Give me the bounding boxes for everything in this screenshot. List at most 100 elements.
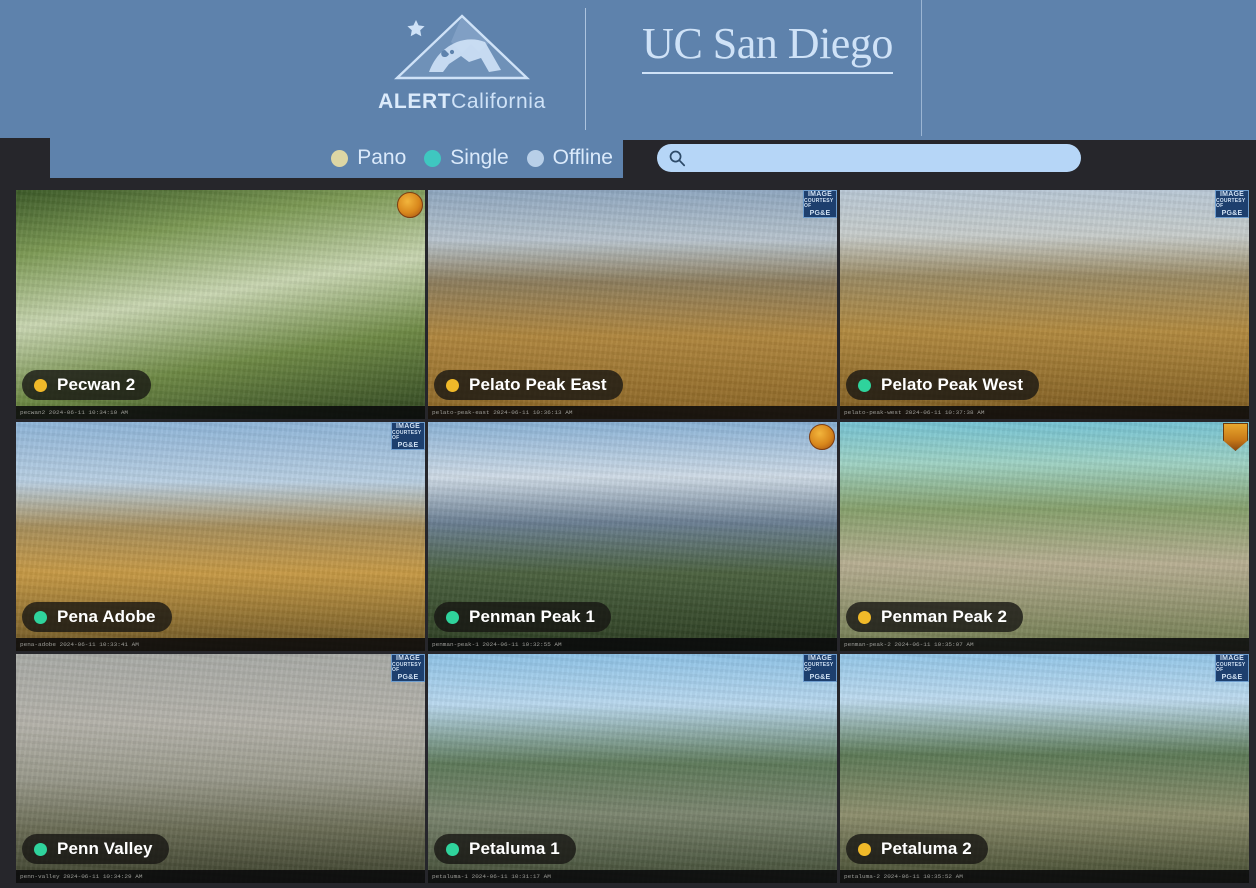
pge-badge-line2: COURTESY OF (392, 430, 422, 441)
calfire-circle-logo-icon (397, 192, 423, 218)
camera-name: Penn Valley (57, 839, 153, 858)
pge-badge-line3: PG&E (809, 674, 831, 681)
legend-item-single[interactable]: Single (424, 146, 509, 170)
camera-timestamp-strip: petaluma-2 2024-06-11 10:35:52 AM (840, 870, 1249, 883)
camera-timestamp-text: penn-valley 2024-06-11 10:34:29 AM (20, 873, 143, 880)
camera-status-dot (858, 610, 871, 624)
pano-status-dot (331, 149, 349, 167)
offline-status-dot (526, 149, 544, 167)
pge-badge-line1: IMAGE (808, 655, 832, 662)
pge-badge-line3: PG&E (397, 442, 419, 449)
camera-label-pill[interactable]: Pelato Peak West (846, 370, 1040, 400)
camera-name: Pelato Peak East (469, 375, 607, 394)
camera-label-pill[interactable]: Penman Peak 2 (846, 602, 1024, 632)
alertcalifornia-brand[interactable]: ALERTCalifornia (346, 0, 578, 136)
camera-name: Petaluma 1 (469, 839, 560, 858)
pge-badge-line2: COURTESY OF (1216, 662, 1246, 673)
camera-timestamp-strip: pelato-peak-west 2024-06-11 10:37:38 AM (840, 406, 1249, 419)
camera-status-dot (858, 842, 871, 856)
pge-badge-line2: COURTESY OF (804, 198, 834, 209)
camera-status-dot (446, 610, 459, 624)
camera-tile[interactable]: Pecwan 2 pecwan2 2024-06-11 10:34:10 AM (16, 190, 425, 419)
ucsd-brand[interactable]: UC San Diego (614, 0, 922, 136)
legend-item-offline[interactable]: Offline (526, 146, 613, 170)
camera-grid-page: ALERTCalifornia UC San Diego Pano Single… (0, 0, 1256, 888)
camera-label-pill[interactable]: Petaluma 2 (846, 834, 988, 864)
camera-status-dot (446, 842, 459, 856)
pge-badge-line1: IMAGE (1220, 655, 1244, 662)
camera-timestamp-text: petaluma-2 2024-06-11 10:35:52 AM (844, 873, 963, 880)
mountain-bear-star-logo (394, 14, 530, 80)
pge-badge-line2: COURTESY OF (392, 662, 422, 673)
camera-timestamp-text: pecwan2 2024-06-11 10:34:10 AM (20, 409, 129, 416)
camera-name: Pelato Peak West (881, 375, 1024, 394)
camera-timestamp-strip: penman-peak-2 2024-06-11 10:35:07 AM (840, 638, 1249, 651)
pge-badge-line1: IMAGE (1220, 191, 1244, 198)
camera-tile[interactable]: Penman Peak 2 penman-peak-2 2024-06-11 10… (840, 422, 1249, 651)
camera-label-pill[interactable]: Petaluma 1 (434, 834, 576, 864)
camera-timestamp-strip: petaluma-1 2024-06-11 10:31:17 AM (428, 870, 837, 883)
pge-badge-line3: PG&E (1221, 674, 1243, 681)
camera-name: Petaluma 2 (881, 839, 972, 858)
camera-status-dot (34, 610, 47, 624)
camera-tile[interactable]: IMAGE COURTESY OF PG&E Pena Adobe pena-adobe… (16, 422, 425, 651)
camera-tile[interactable]: IMAGE COURTESY OF PG&E Pelato Peak West pela… (840, 190, 1249, 419)
pge-image-credit-badge: IMAGE COURTESY OF PG&E (803, 654, 837, 682)
pge-badge-line2: COURTESY OF (1216, 198, 1246, 209)
camera-timestamp-strip: penn-valley 2024-06-11 10:34:29 AM (16, 870, 425, 883)
camera-name: Pecwan 2 (57, 375, 136, 394)
pge-image-credit-badge: IMAGE COURTESY OF PG&E (391, 422, 425, 450)
camera-timestamp-strip: pena-adobe 2024-06-11 10:33:41 AM (16, 638, 425, 651)
brand-wordmark: ALERTCalifornia (378, 90, 546, 114)
camera-label-pill[interactable]: Pena Adobe (22, 602, 172, 632)
camera-label-pill[interactable]: Pelato Peak East (434, 370, 623, 400)
page-header: ALERTCalifornia UC San Diego (0, 0, 1256, 140)
ucsd-wordmark: UC San Diego (642, 22, 893, 74)
pge-badge-line3: PG&E (809, 210, 831, 217)
camera-name: Penman Peak 2 (881, 607, 1008, 626)
camera-label-pill[interactable]: Penn Valley (22, 834, 169, 864)
pge-image-credit-badge: IMAGE COURTESY OF PG&E (803, 190, 837, 218)
camera-tile[interactable]: IMAGE COURTESY OF PG&E Petaluma 1 petaluma-1… (428, 654, 837, 883)
brand-divider (585, 8, 586, 130)
legend-label-single: Single (450, 146, 509, 169)
pge-image-credit-badge: IMAGE COURTESY OF PG&E (391, 654, 425, 682)
camera-label-pill[interactable]: Penman Peak 1 (434, 602, 612, 632)
pge-badge-line2: COURTESY OF (804, 662, 834, 673)
legend-label-offline: Offline (552, 146, 613, 169)
pge-badge-line3: PG&E (1221, 210, 1243, 217)
camera-tile[interactable]: IMAGE COURTESY OF PG&E Pelato Peak East pela… (428, 190, 837, 419)
brand-name-light: California (451, 90, 546, 113)
camera-timestamp-text: penman-peak-1 2024-06-11 10:32:55 AM (432, 641, 562, 648)
legend-label-pano: Pano (357, 146, 407, 169)
brand-name-bold: ALERT (378, 90, 452, 113)
pge-badge-line3: PG&E (397, 674, 419, 681)
camera-name: Penman Peak 1 (469, 607, 596, 626)
status-legend: Pano Single Offline (50, 138, 623, 178)
camera-name: Pena Adobe (57, 607, 156, 626)
legend-item-pano[interactable]: Pano (331, 146, 406, 170)
camera-tile[interactable]: Penman Peak 1 penman-peak-1 2024-06-11 10… (428, 422, 837, 651)
camera-timestamp-text: pelato-peak-east 2024-06-11 10:36:13 AM (432, 409, 573, 416)
camera-timestamp-strip: pecwan2 2024-06-11 10:34:10 AM (16, 406, 425, 419)
pge-badge-line1: IMAGE (396, 423, 420, 430)
camera-status-dot (446, 378, 459, 392)
camera-status-dot (34, 378, 47, 392)
camera-status-dot (34, 842, 47, 856)
toolbar-left-cap (0, 138, 50, 182)
camera-timestamp-strip: pelato-peak-east 2024-06-11 10:36:13 AM (428, 406, 837, 419)
camera-tile[interactable]: IMAGE COURTESY OF PG&E Petaluma 2 petaluma-2… (840, 654, 1249, 883)
pge-image-credit-badge: IMAGE COURTESY OF PG&E (1215, 190, 1249, 218)
pge-image-credit-badge: IMAGE COURTESY OF PG&E (1215, 654, 1249, 682)
camera-status-dot (858, 378, 871, 392)
camera-tile[interactable]: IMAGE COURTESY OF PG&E Penn Valley penn-vall… (16, 654, 425, 883)
pge-badge-line1: IMAGE (396, 655, 420, 662)
camera-timestamp-text: pelato-peak-west 2024-06-11 10:37:38 AM (844, 409, 985, 416)
calfire-circle-logo-icon (809, 424, 835, 450)
pge-badge-line1: IMAGE (808, 191, 832, 198)
camera-thumbnail-grid: Pecwan 2 pecwan2 2024-06-11 10:34:10 AM IM… (16, 190, 1256, 888)
camera-timestamp-strip: penman-peak-1 2024-06-11 10:32:55 AM (428, 638, 837, 651)
single-status-dot (424, 149, 442, 167)
camera-label-pill[interactable]: Pecwan 2 (22, 370, 152, 400)
search-input[interactable] (657, 144, 1081, 172)
